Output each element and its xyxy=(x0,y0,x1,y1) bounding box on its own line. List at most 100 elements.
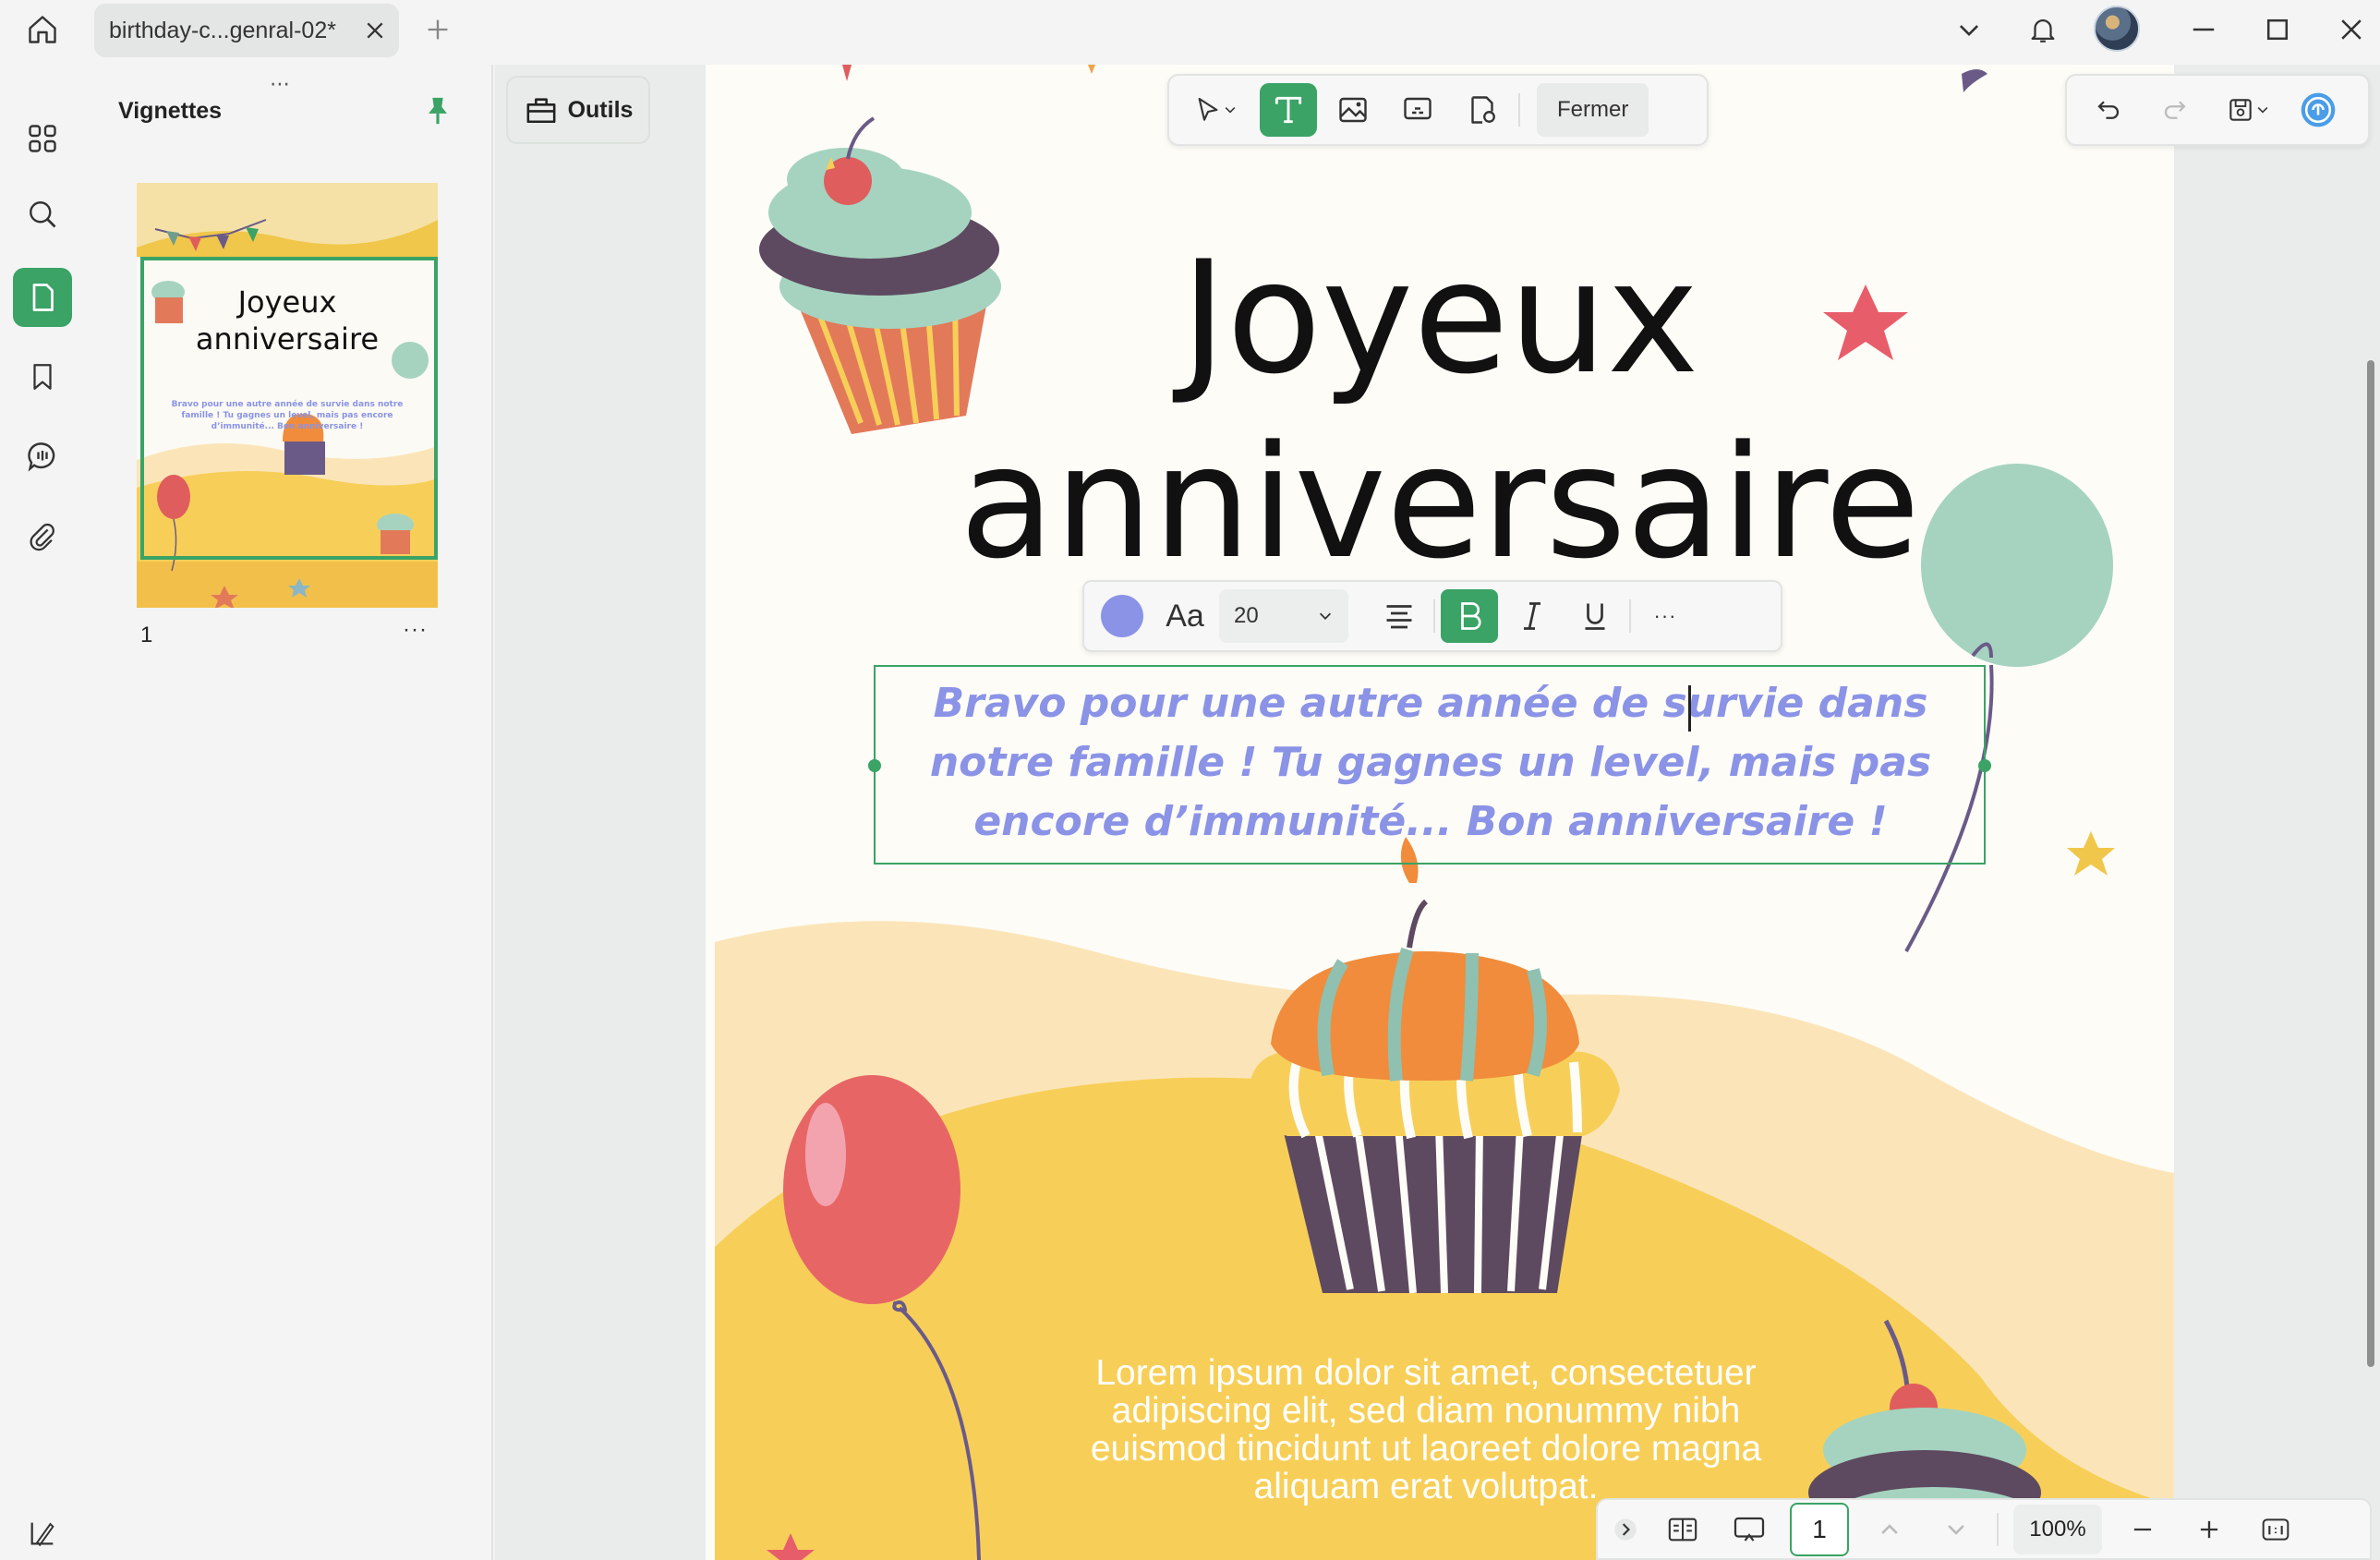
edited-text[interactable]: Bravo pour une autre année de survie dan… xyxy=(900,674,1962,852)
new-tab-button[interactable] xyxy=(417,11,458,48)
chevron-down-icon xyxy=(1225,107,1236,114)
bookmarks-button[interactable] xyxy=(13,347,72,406)
ai-assistant-button[interactable] xyxy=(2292,83,2344,137)
vertical-scrollbar[interactable] xyxy=(2367,360,2374,1367)
close-icon xyxy=(367,22,383,39)
close-window-button[interactable] xyxy=(2326,7,2377,52)
presentation-button[interactable] xyxy=(1723,1506,1775,1553)
tools-label: Outils xyxy=(567,96,634,123)
minus-icon xyxy=(2133,1528,2152,1530)
document-workspace: Joyeux anniversaire Bravo pour une autre… xyxy=(495,65,2380,1560)
link-tool-button[interactable] xyxy=(1389,83,1446,137)
grid-icon xyxy=(29,125,56,152)
italic-button[interactable] xyxy=(1504,589,1561,643)
text-tool-button[interactable] xyxy=(1260,83,1317,137)
document-page[interactable]: Joyeux anniversaire Bravo pour une autre… xyxy=(706,65,2174,1560)
zoom-out-button[interactable] xyxy=(2117,1506,2169,1553)
panel-title: Vignettes xyxy=(118,98,223,124)
page-title-line2: anniversaire xyxy=(959,412,1921,593)
panel-grip[interactable]: ⋯ xyxy=(270,72,292,96)
thumbnails-button[interactable] xyxy=(13,268,72,327)
underline-button[interactable] xyxy=(1566,589,1624,643)
resize-handle-right[interactable] xyxy=(1978,759,1991,772)
bold-button[interactable] xyxy=(1441,589,1498,643)
status-separator xyxy=(1997,1512,1999,1546)
align-button[interactable] xyxy=(1371,589,1428,643)
collapse-statusbar-button[interactable] xyxy=(1609,1506,1642,1553)
actual-size-button[interactable] xyxy=(2250,1506,2301,1553)
chevron-up-icon xyxy=(1881,1523,1898,1534)
bookmark-icon xyxy=(33,364,52,390)
status-bar: 1 100% xyxy=(1596,1498,2372,1560)
right-toolbar xyxy=(2065,74,2370,146)
thumbnails-panel: ⋯ Vignettes Bravo pour une autre année d… xyxy=(89,65,493,1560)
thumbnail-more-button[interactable]: ··· xyxy=(403,617,428,643)
text-caret xyxy=(1688,685,1691,732)
close-icon xyxy=(2341,19,2362,40)
tab-close-button[interactable] xyxy=(356,12,393,49)
format-separator xyxy=(1433,599,1435,633)
zoom-level[interactable]: 100% xyxy=(2013,1504,2102,1554)
bell-icon xyxy=(2031,19,2055,42)
minimize-icon xyxy=(2193,28,2215,31)
text-color-swatch xyxy=(1101,595,1143,637)
home-icon xyxy=(29,16,56,43)
editing-text-box[interactable]: Bravo pour une autre année de survie dan… xyxy=(868,665,1991,865)
lorem-paragraph[interactable]: Lorem ipsum dolor sit amet, consectetuer… xyxy=(1057,1354,1795,1506)
maximize-icon xyxy=(2266,18,2289,41)
page-number-input[interactable]: 1 xyxy=(1790,1502,1849,1556)
actual-size-icon xyxy=(2262,1518,2289,1541)
tabs-dropdown-button[interactable] xyxy=(1943,7,1995,52)
attachments-button[interactable] xyxy=(13,508,72,567)
sidebar-toggle-button[interactable] xyxy=(20,1513,65,1554)
pin-panel-button[interactable] xyxy=(417,91,458,131)
previous-page-button[interactable] xyxy=(1864,1506,1915,1553)
page-layout-button[interactable] xyxy=(1657,1506,1709,1553)
underline-icon xyxy=(1585,603,1605,630)
font-size-select[interactable]: 20 xyxy=(1219,589,1348,643)
toolbar-separator xyxy=(1518,93,1520,127)
resize-handle-left[interactable] xyxy=(868,759,881,772)
thumbnail-selection xyxy=(140,257,438,560)
organize-pages-button[interactable] xyxy=(13,109,72,168)
save-icon xyxy=(2229,99,2252,121)
save-button[interactable] xyxy=(2213,83,2283,137)
next-page-button[interactable] xyxy=(1930,1506,1982,1553)
search-button[interactable] xyxy=(13,185,72,244)
pin-icon xyxy=(429,97,447,125)
image-tool-button[interactable] xyxy=(1324,83,1382,137)
cursor-icon xyxy=(1198,97,1218,121)
text-icon xyxy=(1275,96,1302,124)
maximize-button[interactable] xyxy=(2252,7,2303,52)
minimize-button[interactable] xyxy=(2178,7,2229,52)
home-button[interactable] xyxy=(17,9,68,50)
select-tool-button[interactable] xyxy=(1178,83,1252,137)
text-format-toolbar: Aa 20 ··· xyxy=(1082,580,1782,652)
thumbnail-page-number: 1 xyxy=(140,623,153,647)
align-center-icon xyxy=(1386,605,1412,629)
edit-toolbar: Fermer xyxy=(1167,74,1709,146)
tab-title: birthday-c...genral-02* xyxy=(109,17,336,43)
sidebar-icon xyxy=(30,1522,54,1547)
user-avatar[interactable] xyxy=(2094,6,2140,52)
redo-button[interactable] xyxy=(2146,83,2204,137)
zoom-in-button[interactable] xyxy=(2183,1506,2235,1553)
undo-button[interactable] xyxy=(2080,83,2137,137)
comments-button[interactable] xyxy=(13,427,72,486)
page-title-line1: Joyeux xyxy=(1180,227,1699,408)
tools-button[interactable]: Outils xyxy=(506,76,650,144)
bold-icon xyxy=(1461,602,1481,630)
text-color-button[interactable] xyxy=(1093,589,1151,643)
more-format-button[interactable]: ··· xyxy=(1637,589,1694,643)
toolbox-icon xyxy=(526,98,556,124)
document-tab[interactable]: birthday-c...genral-02* xyxy=(94,4,399,57)
font-button[interactable]: Aa xyxy=(1156,589,1214,643)
paperclip-icon xyxy=(30,523,54,551)
close-edit-button[interactable]: Fermer xyxy=(1537,83,1649,137)
ai-assistant-icon xyxy=(2301,92,2336,127)
image-icon xyxy=(1339,97,1367,123)
italic-icon xyxy=(1524,602,1540,630)
watermark-tool-button[interactable] xyxy=(1454,83,1511,137)
comment-icon xyxy=(28,442,55,472)
notifications-button[interactable] xyxy=(2017,7,2069,52)
